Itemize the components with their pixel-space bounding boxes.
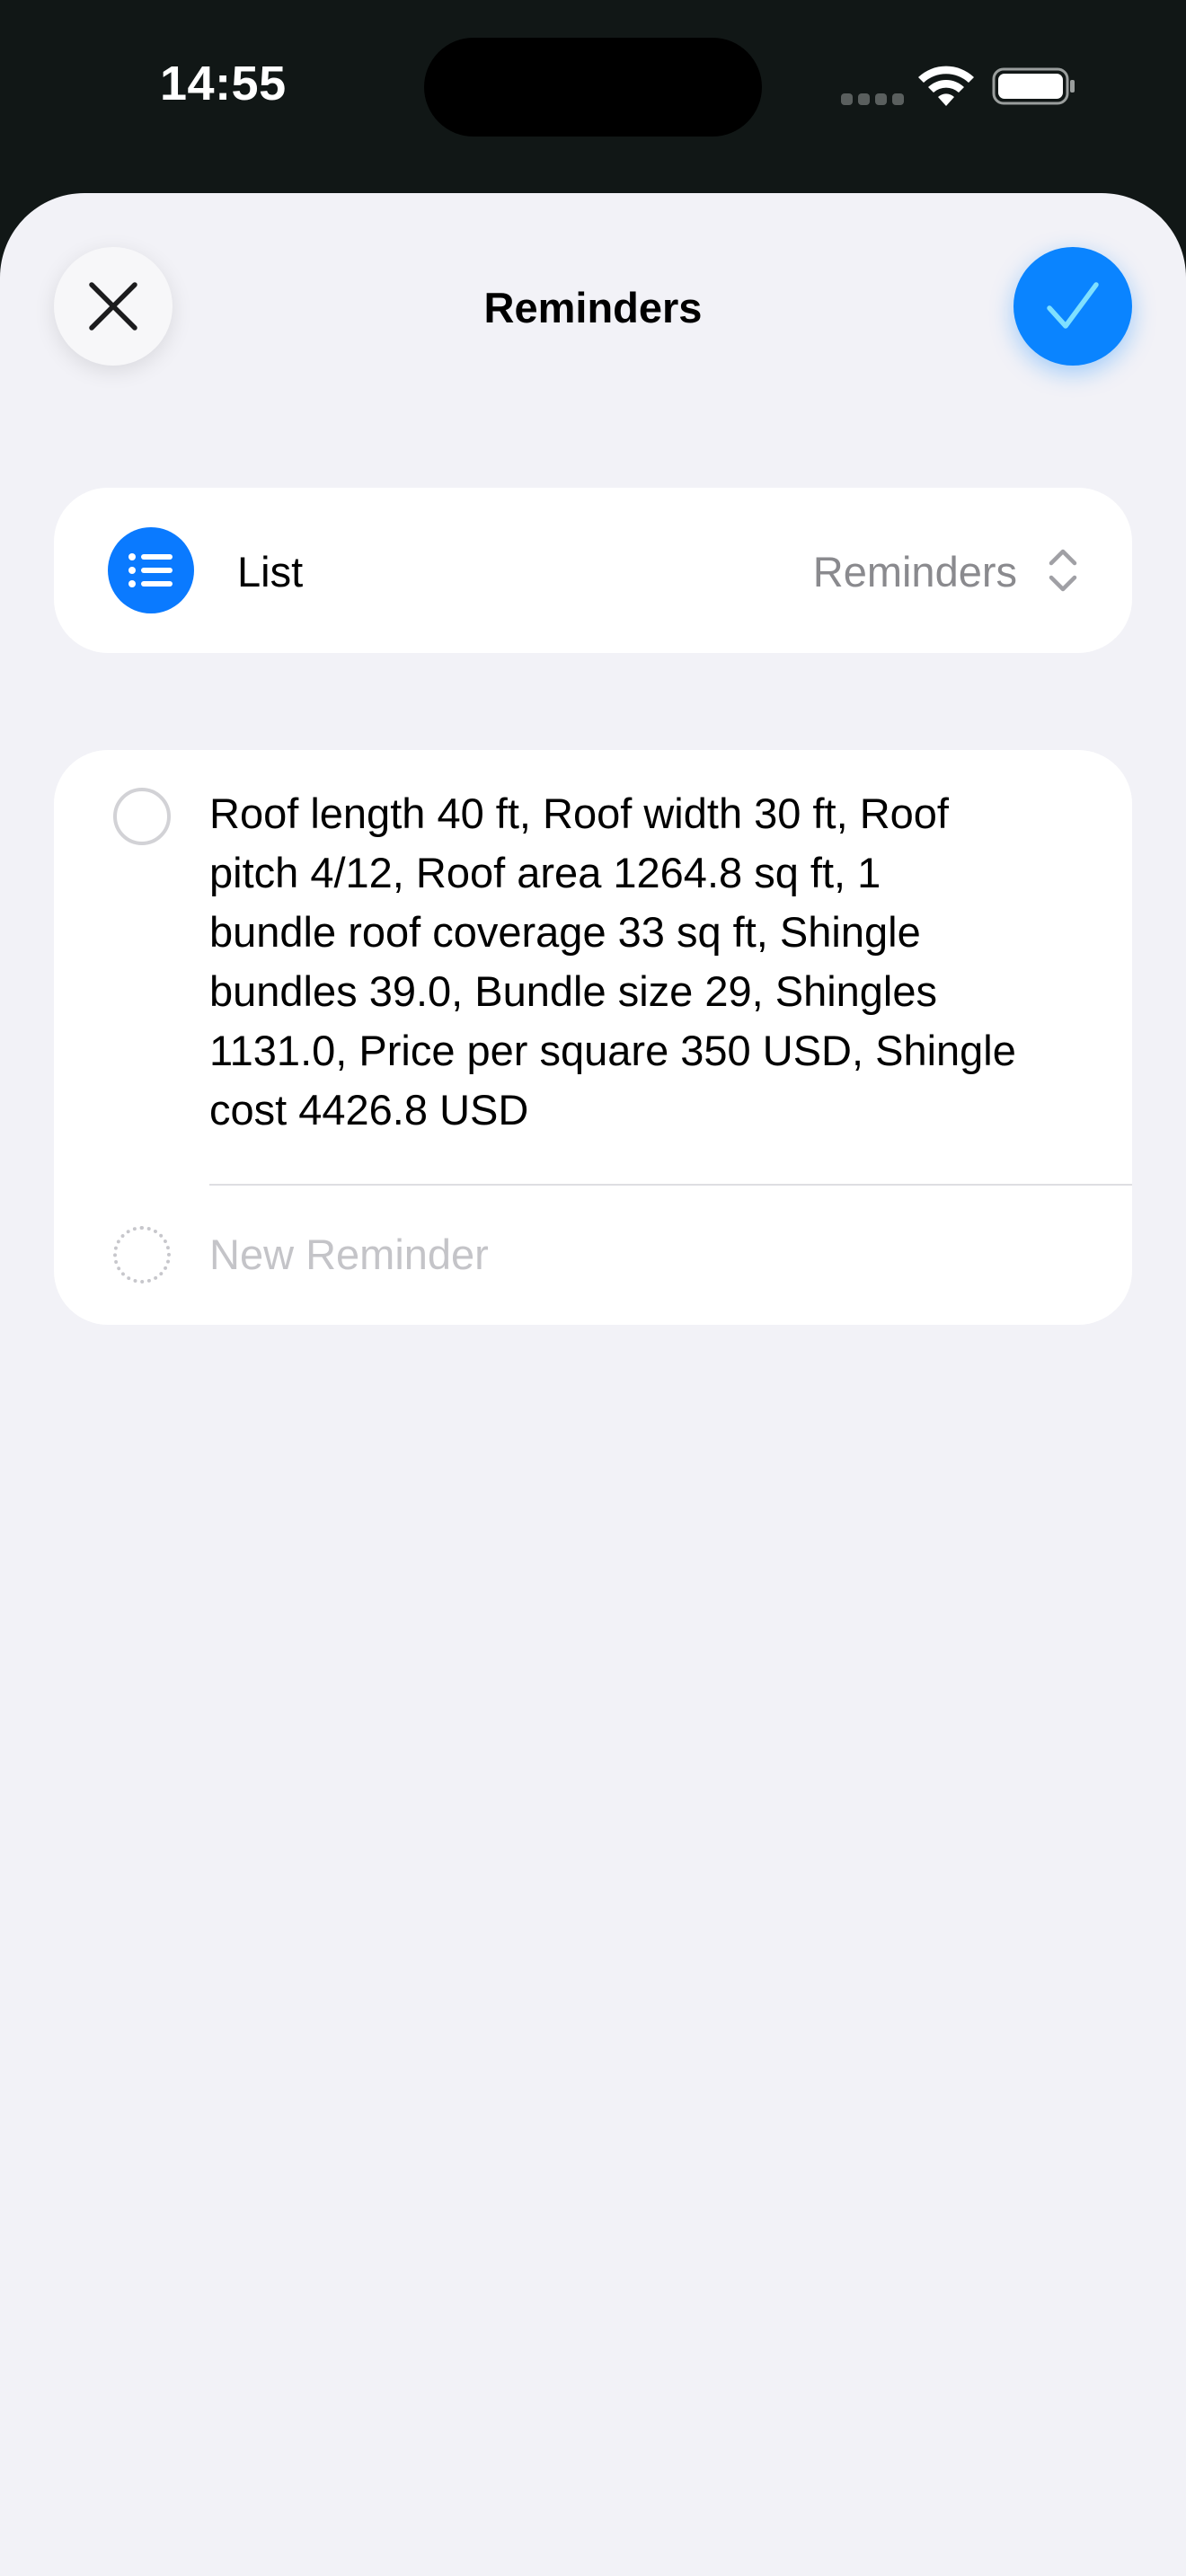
reminder-text[interactable]: Roof length 40 ft, Roof width 30 ft, Roo… [209, 784, 1099, 1140]
sheet-title: Reminders [483, 284, 703, 331]
dynamic-island [424, 38, 762, 137]
close-icon [89, 282, 137, 331]
divider [209, 1184, 1132, 1186]
new-reminder-input[interactable]: New Reminder [209, 1230, 489, 1279]
status-time: 14:55 [160, 57, 287, 110]
new-reminder-checkbox [113, 1226, 171, 1284]
list-value: Reminders [812, 548, 1017, 595]
up-down-chevron-icon [1049, 549, 1077, 592]
reminders-sheet: Reminders List Reminders Roof length 40 … [0, 193, 1186, 2576]
reminders-list: Roof length 40 ft, Roof width 30 ft, Roo… [54, 750, 1132, 1325]
confirm-button[interactable] [1013, 247, 1132, 366]
list-selector-row[interactable]: List Reminders [54, 488, 1132, 653]
list-label: List [237, 548, 304, 595]
checkmark-icon [1047, 282, 1099, 329]
status-bar: 14:55 [0, 0, 1186, 193]
cellular-signal-icon [841, 93, 904, 106]
reminder-checkbox[interactable] [113, 788, 171, 845]
battery-icon [992, 67, 1075, 105]
wifi-icon [918, 66, 974, 106]
list-bullet-icon [108, 527, 194, 613]
close-button[interactable] [54, 247, 173, 366]
